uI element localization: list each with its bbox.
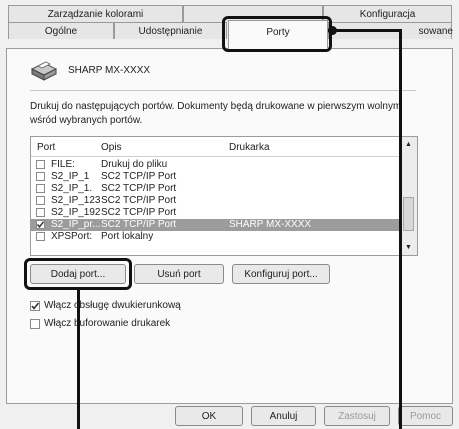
printer-name: SHARP MX-XXXX <box>68 65 151 76</box>
tab-configuration[interactable]: Konfiguracja <box>323 5 452 22</box>
tab-color-management[interactable]: Zarządzanie kolorami <box>8 5 183 22</box>
callout-leader-line <box>77 290 80 429</box>
port-checkbox[interactable] <box>36 184 45 193</box>
printer-icon <box>30 61 58 81</box>
ok-button[interactable]: OK <box>175 406 243 426</box>
cancel-button[interactable]: Anuluj <box>251 406 316 426</box>
divider <box>30 90 416 91</box>
callout-leader-line <box>326 29 402 32</box>
callout-leader-line <box>399 29 402 429</box>
column-header-description[interactable]: Opis <box>101 142 122 153</box>
delete-port-button[interactable]: Usuń port <box>134 264 224 284</box>
tab-ports[interactable]: Porty <box>228 20 328 49</box>
printer-pooling-checkbox[interactable] <box>30 319 40 329</box>
port-row[interactable]: FILE: Drukuj do pliku <box>31 159 402 171</box>
port-row-selected[interactable]: S2_IP_pr... SC2 TCP/IP Port SHARP MX-XXX… <box>31 219 402 231</box>
bidirectional-label: Włącz obsługę dwukierunkową <box>44 300 181 311</box>
printer-pooling-label: Włącz buforowanie drukarek <box>44 318 171 329</box>
checkmark-icon <box>36 221 45 228</box>
port-row[interactable]: S2_IP_1 SC2 TCP/IP Port <box>31 171 402 183</box>
port-row[interactable]: S2_IP_192 SC2 TCP/IP Port <box>31 207 402 219</box>
tab-sharing[interactable]: Udostępnianie <box>114 22 227 39</box>
port-row[interactable]: S2_IP_123 SC2 TCP/IP Port <box>31 195 402 207</box>
port-checkbox[interactable] <box>36 172 45 181</box>
port-checkbox[interactable] <box>36 160 45 169</box>
column-header-port[interactable]: Port <box>37 142 55 153</box>
help-button[interactable]: Pomoc <box>398 406 453 426</box>
printer-properties-window: Zarządzanie kolorami Zabezpieczenia Konf… <box>0 0 459 429</box>
port-row[interactable]: XPSPort: Port lokalny <box>31 231 402 241</box>
port-checkbox[interactable] <box>36 196 45 205</box>
port-checkbox-checked[interactable] <box>36 220 45 229</box>
port-checkbox[interactable] <box>36 208 45 217</box>
tab-general[interactable]: Ogólne <box>8 22 114 39</box>
configure-port-button[interactable]: Konfiguruj port... <box>232 264 330 284</box>
port-list[interactable]: Port Opis Drukarka FILE: Drukuj do pliku… <box>30 136 418 256</box>
column-header-printer[interactable]: Drukarka <box>229 142 270 153</box>
callout-dot <box>328 26 337 35</box>
apply-button[interactable]: Zastosuj <box>324 406 390 426</box>
port-row[interactable]: S2_IP_1. SC2 TCP/IP Port <box>31 183 402 195</box>
scroll-down-icon[interactable]: ▼ <box>405 244 412 251</box>
port-list-scrollbar[interactable]: ▲ ▼ <box>400 137 417 255</box>
checkmark-icon <box>31 302 40 310</box>
scrollbar-thumb[interactable] <box>403 197 414 231</box>
bidirectional-checkbox[interactable] <box>30 301 40 311</box>
scroll-up-icon[interactable]: ▲ <box>405 141 412 148</box>
add-port-callout <box>24 258 132 290</box>
port-checkbox[interactable] <box>36 232 45 241</box>
port-description: Drukuj do następujących portów. Dokument… <box>30 101 402 126</box>
